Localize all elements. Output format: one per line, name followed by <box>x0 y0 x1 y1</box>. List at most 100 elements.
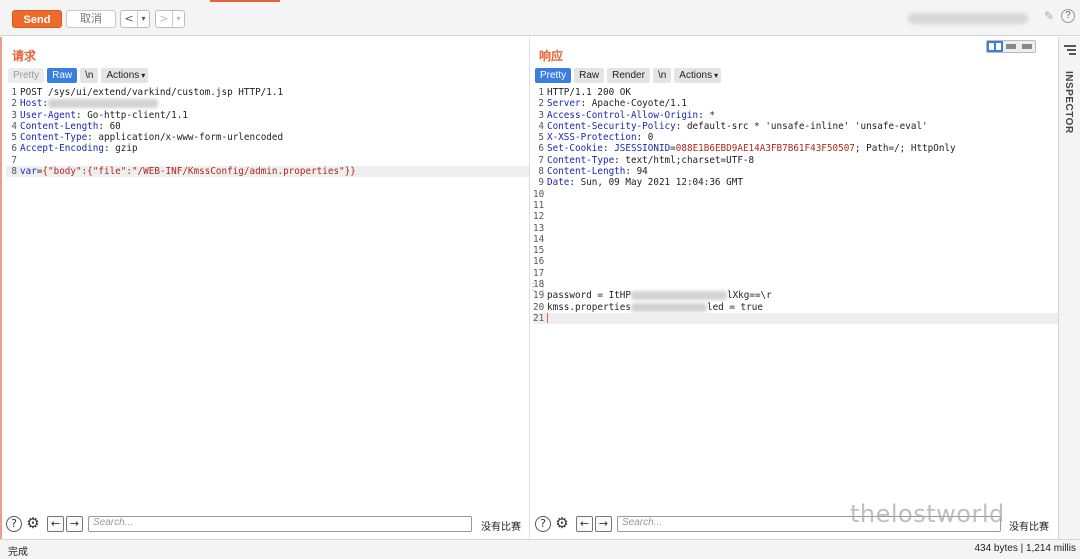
tab-raw[interactable]: Raw <box>574 68 605 83</box>
tab-actions[interactable]: Actions ▾ <box>674 68 722 83</box>
line-number: 7 <box>538 154 544 166</box>
history-back-group: < ▾ <box>120 10 150 28</box>
tab-label: Actions <box>679 70 713 81</box>
forward-dropdown-icon[interactable]: ▾ <box>172 11 184 27</box>
response-editor[interactable]: 1 HTTP/1.1 200 OK 2 Server: Apache-Coyote/1… <box>533 87 1058 512</box>
line-number: 7 <box>11 154 17 166</box>
code-line: 20 kmss.properties led = true <box>533 302 1058 313</box>
header-value: Apache-Coyote/1.1 <box>586 98 687 110</box>
header-name: Content-Type <box>20 132 88 144</box>
cancel-button[interactable]: 取消 <box>66 10 116 28</box>
send-button[interactable]: Send <box>12 10 62 28</box>
tab-label: Pretty <box>540 70 567 81</box>
forward-arrow-icon[interactable]: > <box>156 11 172 27</box>
help-icon[interactable]: ? <box>6 516 22 532</box>
code-line: 14 <box>533 234 1058 245</box>
back-arrow-icon[interactable]: < <box>121 11 137 27</box>
code-line: 7 Content-Type: text/html;charset=UTF-8 <box>533 155 1058 166</box>
header-value: Go-http-client/1.1 <box>81 109 188 121</box>
line-number: 10 <box>533 188 545 200</box>
header-name: Date <box>547 177 570 189</box>
inspector-rail[interactable]: INSPECTOR <box>1058 37 1080 539</box>
previous-match-button[interactable]: ← <box>576 516 593 532</box>
code-line: 3 User-Agent: Go-http-client/1.1 <box>6 110 529 121</box>
line-number: 5 <box>11 132 17 144</box>
code-line: 1 POST /sys/ui/extend/varkind/custom.jsp … <box>6 87 529 98</box>
code-line: 5 Content-Type: application/x-www-form-ur… <box>6 132 529 143</box>
tab-actions[interactable]: Actions ▾ <box>101 68 149 83</box>
header-name: Access-Control-Allow-Origin <box>547 109 699 121</box>
header-name: Accept-Encoding <box>20 143 104 155</box>
tab-newline[interactable]: \n <box>80 68 99 83</box>
line-number: 19 <box>533 290 545 302</box>
line-number: 5 <box>538 132 544 144</box>
tab-label: \n <box>657 70 667 81</box>
line-number: 4 <box>538 120 544 132</box>
line-number: 20 <box>533 301 545 313</box>
code-line: 5 X-XSS-Protection: 0 <box>533 132 1058 143</box>
code-line: 4 Content-Length: 60 <box>6 121 529 132</box>
edit-target-icon[interactable]: ✎ <box>1044 9 1054 23</box>
next-match-button[interactable]: → <box>595 516 612 532</box>
tab-render[interactable]: Render <box>607 68 650 83</box>
code-line: 1 HTTP/1.1 200 OK <box>533 87 1058 98</box>
header-value: text/html;charset=UTF-8 <box>619 154 755 166</box>
line-number: 8 <box>11 166 17 178</box>
code-line: 12 <box>533 211 1058 222</box>
redacted-text <box>630 302 707 312</box>
redacted-host <box>48 99 158 109</box>
line-number: 3 <box>11 109 17 121</box>
response-view-tabs: Pretty Raw Render \n Actions ▾ <box>535 68 722 83</box>
response-match-count: 没有比赛 <box>1009 522 1049 533</box>
request-search-input[interactable]: Search... <box>88 516 472 532</box>
tab-pretty[interactable]: Pretty <box>535 68 572 83</box>
param-value: {"body":{"file":"/WEB-INF/KmssConfig/adm… <box>42 166 356 178</box>
tab-pretty[interactable]: Pretty <box>8 68 45 83</box>
top-toolbar: Send 取消 < ▾ > ▾ ✎ ? <box>0 0 1080 36</box>
line-number: 16 <box>533 256 545 268</box>
status-bar: 完成 434 bytes | 1,214 millis <box>0 539 1080 559</box>
back-dropdown-icon[interactable]: ▾ <box>137 11 149 27</box>
help-icon[interactable]: ? <box>1061 9 1075 23</box>
tab-newline[interactable]: \n <box>652 68 672 83</box>
inspector-label[interactable]: INSPECTOR <box>1063 71 1074 134</box>
cookie-value: 088E1B6EBD9AE14A3FB7B61F43F50507 <box>675 143 855 155</box>
line-number: 12 <box>533 211 545 223</box>
code-line: 10 <box>533 189 1058 200</box>
layout-tabs-icon[interactable] <box>1019 41 1035 52</box>
previous-match-button[interactable]: ← <box>47 516 64 532</box>
header-value: default-src * 'unsafe-inline' 'unsafe-ev… <box>681 120 928 132</box>
layout-horizontal-icon[interactable] <box>1003 41 1019 52</box>
response-size-timing: 434 bytes | 1,214 millis <box>974 543 1076 554</box>
help-icon[interactable]: ? <box>535 516 551 532</box>
next-match-button[interactable]: → <box>66 516 83 532</box>
chevron-down-icon: ▾ <box>714 71 719 80</box>
line-number: 17 <box>533 267 545 279</box>
header-value: application/x-www-form-urlencoded <box>92 132 284 144</box>
target-host-redacted[interactable] <box>908 13 1028 24</box>
body-text-start: password = ItHP <box>547 290 631 302</box>
inspector-menu-icon[interactable] <box>1064 45 1076 57</box>
request-view-tabs: Pretty Raw \n Actions ▾ <box>8 68 149 83</box>
active-tab-indicator <box>210 0 280 2</box>
header-value: gzip <box>109 143 138 155</box>
code-line: 17 <box>533 268 1058 279</box>
line-number: 2 <box>11 98 17 110</box>
code-line: 4 Content-Security-Policy: default-src * … <box>533 121 1058 132</box>
body-text-start: kmss.properties <box>547 301 631 313</box>
header-name: Content-Length <box>20 120 99 132</box>
line-number: 2 <box>538 98 544 110</box>
code-line: 6 Set-Cookie: JSESSIONID=088E1B6EBD9AE14A… <box>533 143 1058 154</box>
request-search-bar: ? ⚙ ← → Search... 没有比赛 <box>6 515 529 533</box>
request-editor[interactable]: 1 POST /sys/ui/extend/varkind/custom.jsp … <box>6 87 529 512</box>
header-value: 0 <box>642 132 654 144</box>
settings-gear-icon[interactable]: ⚙ <box>25 516 41 532</box>
settings-gear-icon[interactable]: ⚙ <box>554 516 570 532</box>
redacted-text <box>630 291 727 301</box>
line-number: 1 <box>538 87 544 98</box>
line-number: 1 <box>11 87 17 98</box>
header-value: 94 <box>630 166 648 178</box>
code-line: 18 <box>533 279 1058 290</box>
tab-raw[interactable]: Raw <box>47 68 78 83</box>
layout-split-icon[interactable] <box>987 41 1003 52</box>
